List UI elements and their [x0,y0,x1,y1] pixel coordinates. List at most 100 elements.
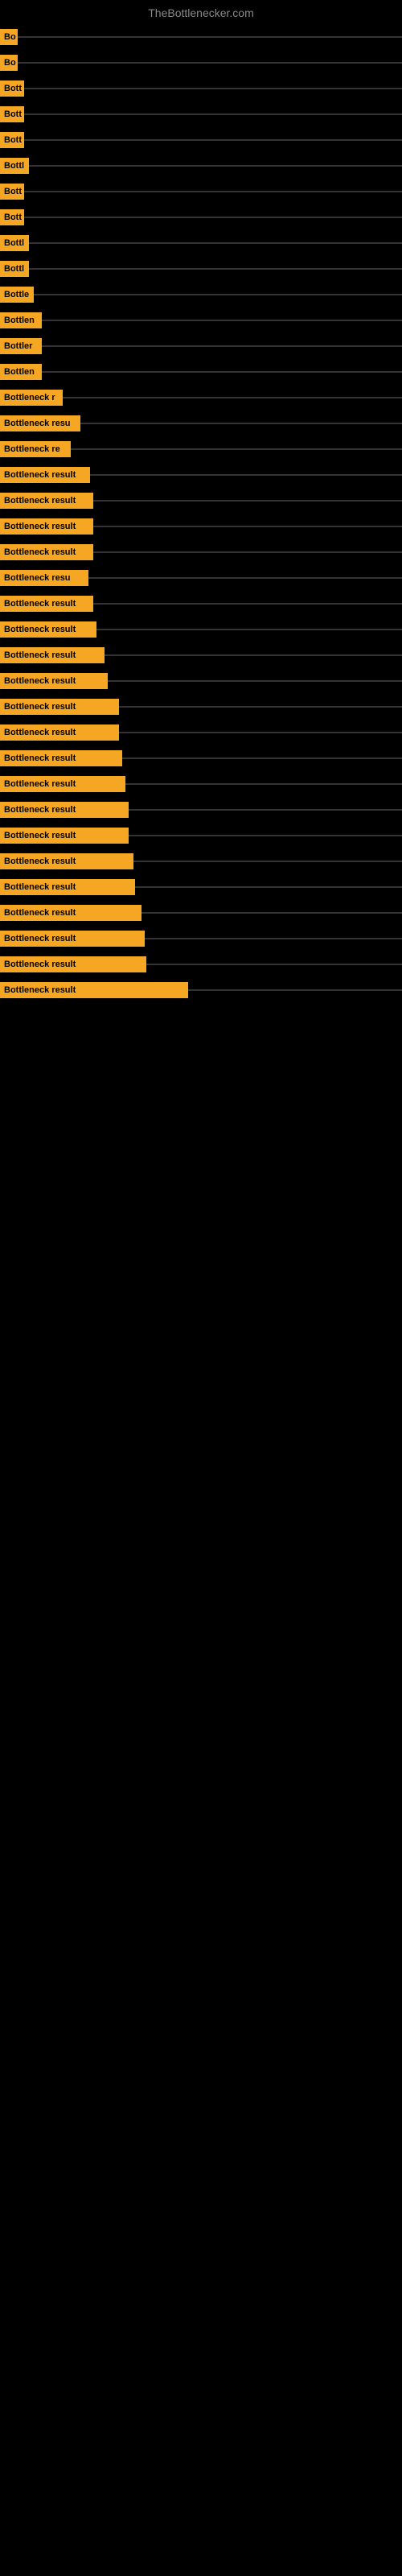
bottleneck-label: Bottleneck result [0,518,93,535]
bar-line [93,603,402,605]
bar-line [93,526,402,527]
bottleneck-label: Bottleneck result [0,467,90,483]
bar-line [29,242,402,244]
result-row: Bottleneck result [0,591,402,617]
bottleneck-label: Bottleneck result [0,879,135,895]
result-row: Bottleneck result [0,952,402,977]
result-row: Bottleneck result [0,539,402,565]
bar-line [18,62,402,64]
result-row: Bottleneck result [0,900,402,926]
result-row: Bottlen [0,308,402,333]
result-row: Bottleneck result [0,874,402,900]
main-container: TheBottlenecker.com Bo Bo Bott Bott Bott Bott… [0,0,402,1003]
result-row: Bottleneck result [0,797,402,823]
bar-line [24,88,402,89]
result-row: Bottleneck result [0,694,402,720]
bar-line [88,577,402,579]
result-row: Bottleneck result [0,488,402,514]
result-row: Bottleneck result [0,720,402,745]
result-row: Bottleneck result [0,848,402,874]
bottleneck-label: Bottleneck result [0,905,142,921]
result-row: Bottleneck result [0,617,402,642]
bar-line [93,551,402,553]
result-row: Bottl [0,153,402,179]
bottleneck-label: Bo [0,55,18,71]
bar-line [133,861,402,862]
bottleneck-label: Bottleneck resu [0,570,88,586]
result-row: Bottleneck result [0,642,402,668]
result-row: Bott [0,204,402,230]
result-row: Bottleneck result [0,668,402,694]
bottleneck-label: Bottleneck result [0,828,129,844]
result-row: Bottler [0,333,402,359]
bar-line [96,629,402,630]
result-row: Bottlen [0,359,402,385]
bottleneck-label: Bottleneck result [0,956,146,972]
result-row: Bottleneck result [0,977,402,1003]
bottleneck-label: Bottleneck result [0,931,145,947]
result-row: Bottleneck result [0,745,402,771]
bar-line [142,912,402,914]
bar-line [119,732,402,733]
bar-line [24,139,402,141]
bottleneck-label: Bottleneck result [0,699,119,715]
bottleneck-label: Bottleneck re [0,441,71,457]
bottleneck-label: Bottleneck result [0,750,122,766]
bottleneck-label: Bott [0,106,24,122]
bottleneck-label: Bottle [0,287,34,303]
bar-line [24,114,402,115]
bar-line [129,835,402,836]
bottleneck-label: Bott [0,132,24,148]
bar-line [18,36,402,38]
result-row: Bottleneck resu [0,411,402,436]
bottleneck-label: Bottleneck result [0,493,93,509]
bar-line [125,783,402,785]
result-row: Bott [0,76,402,101]
bottleneck-label: Bottleneck result [0,853,133,869]
result-row: Bo [0,50,402,76]
bar-line [135,886,402,888]
bottleneck-label: Bott [0,209,24,225]
bottleneck-label: Bottleneck result [0,776,125,792]
bar-line [108,680,402,682]
bottleneck-label: Bott [0,184,24,200]
bottleneck-label: Bott [0,80,24,97]
bottleneck-label: Bottlen [0,364,42,380]
site-title: TheBottlenecker.com [0,0,402,23]
bar-line [93,500,402,502]
bar-line [29,268,402,270]
bar-line [188,989,402,991]
bottleneck-label: Bottler [0,338,42,354]
bottleneck-label: Bottleneck resu [0,415,80,431]
result-row: Bott [0,127,402,153]
bar-line [24,217,402,218]
bottleneck-label: Bottleneck result [0,724,119,741]
bottleneck-label: Bottleneck result [0,621,96,638]
bar-line [42,345,402,347]
result-row: Bottleneck result [0,514,402,539]
bottleneck-label: Bottleneck r [0,390,63,406]
bottleneck-label: Bottleneck result [0,544,93,560]
bar-line [63,397,402,398]
result-row: Bott [0,101,402,127]
bottleneck-label: Bottleneck result [0,802,129,818]
bar-line [119,706,402,708]
result-row: Bo [0,24,402,50]
bar-line [90,474,402,476]
bottleneck-label: Bo [0,29,18,45]
bar-line [122,758,402,759]
bar-line [129,809,402,811]
result-row: Bottleneck r [0,385,402,411]
bar-line [80,423,402,424]
bottleneck-label: Bottleneck result [0,647,105,663]
result-row: Bottl [0,230,402,256]
bar-line [105,654,402,656]
result-row: Bottl [0,256,402,282]
bottleneck-label: Bottleneck result [0,596,93,612]
bar-line [146,964,402,965]
bar-line [29,165,402,167]
bar-line [71,448,402,450]
bar-line [24,191,402,192]
bar-line [145,938,402,939]
result-row: Bottleneck result [0,771,402,797]
